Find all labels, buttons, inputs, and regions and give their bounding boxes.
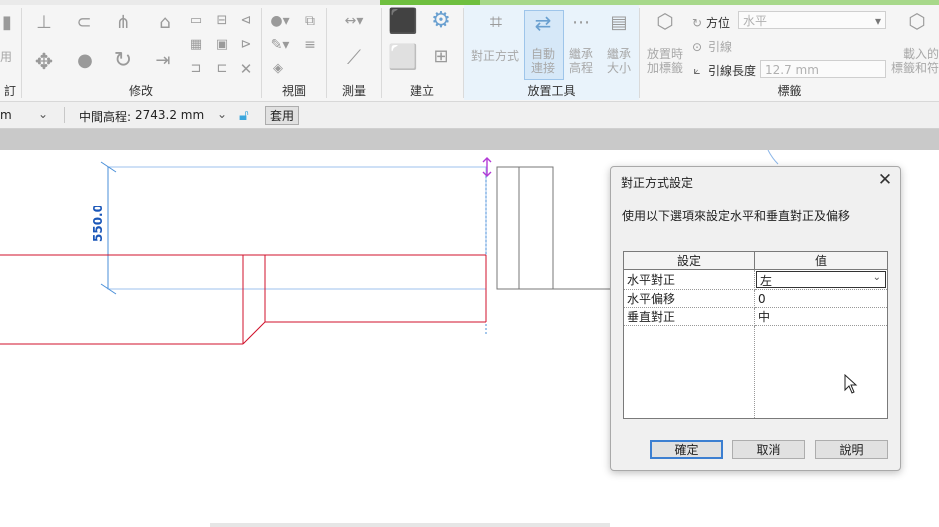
orientation-icon: ↻ [691, 16, 703, 30]
middle-elevation-label: 中間高程: [79, 110, 132, 124]
chevron-down-icon: ⌄ [217, 107, 228, 121]
auto-connect-icon: ⇄ [534, 11, 552, 35]
unpin-icon[interactable]: ⊳ [236, 36, 256, 54]
dialog-title: 對正方式設定 [621, 176, 694, 190]
value-cell[interactable]: 左 ⌄ [754, 269, 887, 290]
leader-length-label: 引線長度 [708, 64, 757, 78]
align-icon[interactable]: ⊥ [32, 14, 56, 32]
rotate-icon[interactable]: ↻ [108, 50, 138, 72]
arc-guide [767, 150, 779, 165]
mouse-cursor-icon [844, 374, 858, 394]
hide-in-view-icon[interactable]: ⧉ [300, 12, 320, 30]
assembly-icon[interactable]: ⊞ [424, 48, 458, 66]
help-button[interactable]: 說明 [815, 440, 888, 459]
mirror-axis-icon[interactable]: ⋔ [108, 14, 138, 32]
inherit-size-label[interactable]: 繼承 大小 [602, 47, 636, 75]
partial-dropdown[interactable]: m ⌄ [0, 106, 52, 124]
copy-icon[interactable]: ● [72, 52, 98, 70]
measure-panel-label: 測量 [341, 84, 366, 98]
setting-cell: 水平對正 [624, 269, 755, 290]
header-setting: 設定 [624, 252, 755, 270]
split-element-icon[interactable]: ⊟ [212, 12, 232, 30]
offset-icon[interactable]: ⊂ [68, 14, 100, 32]
orientation-dropdown[interactable]: 水平 ▾ [738, 11, 886, 29]
selected-duct-outline[interactable] [107, 166, 487, 290]
move-icon[interactable]: ✥ [32, 52, 56, 74]
red-duct-taper [242, 321, 266, 345]
create-similar-icon[interactable]: ⬜ [386, 45, 420, 69]
chevron-down-icon: ⌄ [38, 107, 49, 121]
dimension-label-box: 550.0 [88, 206, 108, 248]
view-header-strip [0, 129, 939, 150]
partial-tool-label: 用 [0, 50, 13, 64]
tag-on-placement-label[interactable]: 放置時 加標籤 [643, 47, 687, 75]
leader-length-icon: ⟀ [693, 63, 701, 77]
partial-tool-icon[interactable]: ▮ [0, 14, 14, 32]
loaded-tags-label[interactable]: 載入的 標籤和符 [888, 47, 939, 75]
tag-panel-label: 標籤 [777, 84, 802, 98]
justification-settings-dialog: 對正方式設定 ✕ 使用以下選項來設定水平和垂直對正及偏移 設定 值 水平對正 左… [610, 166, 901, 471]
apply-button[interactable]: 套用 [265, 106, 299, 125]
canvas-bottom-edge [210, 523, 610, 527]
tag-on-placement-icon[interactable]: ⬡ [650, 11, 680, 31]
pin-icon[interactable]: ⊲ [236, 12, 256, 30]
empty-cell [755, 326, 888, 419]
measure-distance-icon[interactable]: ↔▾ [332, 12, 376, 30]
dialog-description: 使用以下選項來設定水平和垂直對正及偏移 [622, 209, 851, 223]
cancel-button[interactable]: 取消 [732, 440, 805, 459]
chevron-down-icon: ⌄ [872, 272, 881, 283]
loaded-tags-icon[interactable]: ⬡ [902, 11, 932, 31]
array-icon[interactable]: ▦ [186, 36, 206, 54]
justification-icon[interactable]: ⌗ [478, 12, 514, 34]
unlock-icon[interactable]: 🔓︎ [239, 106, 257, 124]
create-panel-label: 建立 [409, 84, 434, 98]
justification-button-label[interactable]: 對正方式 [470, 47, 520, 64]
setting-cell: 垂直對正 [624, 307, 755, 326]
view-panel-label: 視圖 [281, 84, 306, 98]
empty-cell [624, 325, 755, 418]
options-separator [64, 107, 65, 123]
auto-connect-label: 自動 連接 [530, 47, 555, 75]
inherit-size-icon[interactable]: ▤ [602, 14, 636, 32]
create-group-icon[interactable]: ⚙ [424, 10, 458, 32]
override-graphics-icon[interactable]: ●▾ [268, 12, 292, 30]
value-cell[interactable]: 0 [754, 289, 887, 308]
leader-icon: ⊙ [691, 40, 703, 54]
middle-elevation-input[interactable]: 2743.2 mm ⌄ [133, 106, 231, 124]
inherit-elevation-icon[interactable]: ⋯ [566, 14, 596, 32]
create-part-icon[interactable]: ⬛ [386, 9, 420, 33]
scale-icon[interactable]: ▣ [212, 36, 232, 54]
dimension-text[interactable]: 550.0 [91, 206, 105, 242]
ribbon: ▮ 用 訂項 ⊥ ⊂ ⋔ ⌂ ▭ ⊟ ⊲ ✥ ● ↻ ⇥ ▦ ▣ ⊳ ⊐ ⊏ ✕… [0, 0, 939, 115]
header-value: 值 [754, 252, 887, 270]
placement-tools-panel-label: 放置工具 [527, 84, 576, 98]
leader-length-input[interactable]: 12.7 mm [760, 60, 886, 78]
table-row[interactable]: 水平對正 左 ⌄ [624, 269, 887, 290]
horizontal-justification-dropdown[interactable]: 左 ⌄ [756, 271, 886, 288]
trim-icon[interactable]: ⊐ [186, 60, 206, 78]
aligned-dimension-icon[interactable]: ⟋ [332, 47, 376, 67]
table-row[interactable]: 垂直對正 中 [624, 307, 887, 326]
ok-button[interactable]: 確定 [650, 440, 723, 459]
mirror-draw-icon[interactable]: ⌂ [150, 14, 180, 32]
table-row[interactable]: 水平偏移 0 [624, 289, 887, 308]
close-icon[interactable]: ✕ [875, 170, 895, 190]
inherit-elevation-label[interactable]: 繼承 高程 [566, 47, 596, 75]
delete-icon[interactable]: ✕ [236, 60, 256, 78]
trim-extend-icon[interactable]: ⇥ [148, 52, 178, 70]
duct-fitting[interactable] [496, 166, 554, 290]
options-bar: m ⌄ 中間高程: 2743.2 mm ⌄ 🔓︎ 套用 [0, 102, 939, 129]
orientation-label: 方位 [706, 16, 731, 30]
thin-lines-icon[interactable]: ≡ [300, 36, 320, 54]
extend-icon[interactable]: ⊏ [212, 60, 232, 78]
leader-checkbox-label[interactable]: 引線 [708, 38, 732, 55]
paint-icon[interactable]: ◈ [268, 60, 288, 78]
linework-icon[interactable]: ✎▾ [268, 36, 292, 54]
copy-to-clipboard-icon[interactable]: ▭ [186, 12, 206, 30]
setting-cell: 水平偏移 [624, 289, 755, 308]
modify-panel-label: 修改 [128, 84, 153, 98]
value-cell[interactable]: 中 [754, 307, 887, 326]
